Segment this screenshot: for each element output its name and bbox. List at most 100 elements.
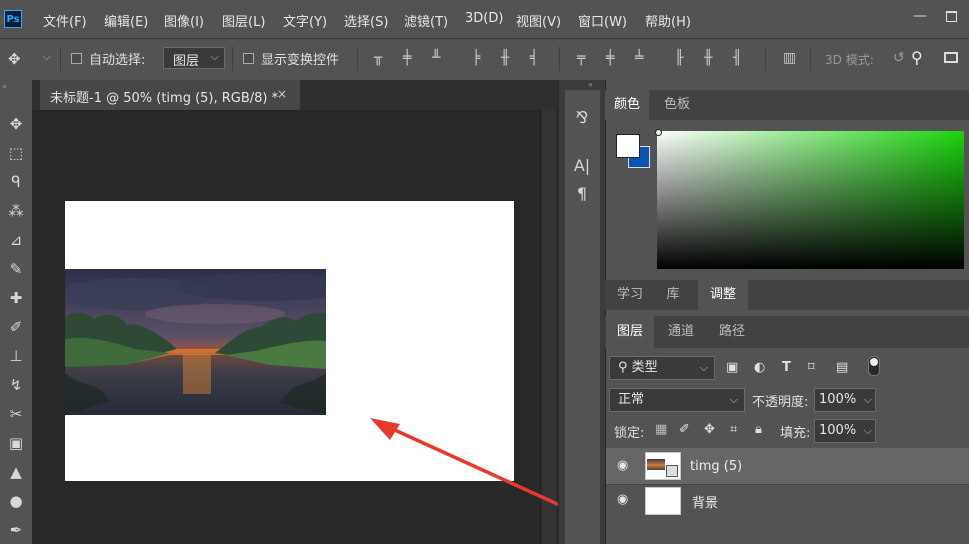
lock-all-icon[interactable]: 🔒︎ bbox=[755, 422, 762, 437]
menu-window[interactable]: 窗口(W) bbox=[578, 11, 627, 30]
menu-select[interactable]: 选择(S) bbox=[344, 11, 388, 30]
chevron-down-icon: ⌵ bbox=[210, 50, 219, 63]
layer-name[interactable]: timg (5) bbox=[690, 459, 742, 474]
landscape-photo-layer[interactable] bbox=[65, 269, 326, 415]
separator bbox=[60, 47, 61, 71]
filter-smart-object-icon[interactable]: ▤ bbox=[836, 360, 848, 375]
filter-adjustment-icon[interactable]: ◐ bbox=[754, 360, 765, 375]
align-right-icon[interactable]: ╡ bbox=[530, 50, 538, 66]
color-picker-field[interactable] bbox=[657, 131, 964, 269]
distribute-bottom-icon[interactable]: ╧ bbox=[635, 50, 643, 66]
filter-pixel-icon[interactable]: ▣ bbox=[726, 360, 738, 375]
collapse-toolbar-icon[interactable]: » bbox=[2, 82, 7, 91]
crop-tool-icon[interactable]: ⊿ bbox=[4, 229, 28, 251]
layer-filter-dropdown[interactable]: ⚲ 类型 bbox=[609, 356, 715, 380]
move-tool-icon[interactable]: ✥ bbox=[4, 113, 28, 135]
tab-adjustments[interactable]: 调整 bbox=[698, 280, 748, 310]
lock-artboard-icon[interactable]: ⌗ bbox=[730, 422, 737, 437]
foreground-color-swatch[interactable] bbox=[616, 134, 640, 158]
tab-layers[interactable]: 图层 bbox=[606, 316, 654, 348]
gradient-tool-icon[interactable]: ▣ bbox=[4, 432, 28, 454]
history-brush-tool-icon[interactable]: ↯ bbox=[4, 374, 28, 396]
align-left-icon[interactable]: ╞ bbox=[472, 50, 480, 66]
thumbnail-image bbox=[647, 459, 665, 470]
history-panel-icon[interactable]: ⅋ bbox=[570, 108, 594, 127]
healing-brush-tool-icon[interactable]: ✚ bbox=[4, 287, 28, 309]
tab-libraries[interactable]: 库 bbox=[655, 280, 691, 310]
marquee-tool-icon[interactable]: ⬚ bbox=[4, 142, 28, 164]
search-icon[interactable]: ⚲ bbox=[911, 48, 923, 67]
tab-channels[interactable]: 通道 bbox=[657, 316, 705, 348]
fill-label: 填充: bbox=[780, 426, 811, 441]
menu-edit[interactable]: 编辑(E) bbox=[104, 11, 148, 30]
blur-tool-icon[interactable]: ▲ bbox=[4, 461, 28, 483]
chevron-down-icon bbox=[700, 357, 708, 379]
distribute-hcenter-icon[interactable]: ╫ bbox=[704, 50, 712, 66]
menu-image[interactable]: 图像(I) bbox=[164, 11, 204, 30]
fill-value: 100% bbox=[819, 423, 857, 438]
document-tab-title[interactable]: 未标题-1 @ 50% (timg (5), RGB/8) * bbox=[50, 87, 278, 106]
align-hcenter-icon[interactable]: ╫ bbox=[501, 50, 509, 66]
blend-mode-value: 正常 bbox=[618, 392, 645, 407]
tab-color[interactable]: 颜色 bbox=[605, 90, 649, 120]
opacity-field[interactable]: 100% bbox=[814, 388, 876, 412]
tab-paths[interactable]: 路径 bbox=[708, 316, 756, 348]
collapse-dock-icon[interactable]: « bbox=[588, 80, 593, 89]
maximize-button[interactable] bbox=[938, 6, 964, 26]
separator bbox=[559, 47, 560, 71]
show-transform-checkbox[interactable] bbox=[243, 53, 254, 64]
blend-mode-dropdown[interactable]: 正常 bbox=[609, 388, 745, 412]
lasso-tool-icon[interactable]: ᑫ bbox=[4, 171, 28, 193]
paragraph-panel-icon[interactable]: ¶ bbox=[570, 184, 594, 203]
align-vcenter-icon[interactable]: ╪ bbox=[403, 50, 411, 66]
tab-learn[interactable]: 学习 bbox=[605, 280, 655, 310]
align-bottom-icon[interactable]: ╨ bbox=[432, 50, 440, 66]
tab-swatches[interactable]: 色板 bbox=[655, 90, 699, 120]
filter-shape-icon[interactable]: ⌑ bbox=[808, 360, 815, 375]
distribute-top-icon[interactable]: ╤ bbox=[577, 50, 585, 66]
color-picker-cursor[interactable] bbox=[655, 129, 662, 136]
distribute-right-icon[interactable]: ╢ bbox=[733, 50, 741, 66]
separator bbox=[357, 47, 358, 71]
menu-view[interactable]: 视图(V) bbox=[516, 11, 561, 30]
auto-select-dropdown[interactable]: 图层 ⌵ bbox=[163, 47, 225, 69]
dodge-tool-icon[interactable]: ● bbox=[4, 490, 28, 512]
move-tool-icon[interactable]: ✥ bbox=[8, 50, 21, 68]
close-tab-icon[interactable]: × bbox=[277, 87, 287, 101]
menu-3d[interactable]: 3D(D) bbox=[465, 11, 503, 26]
visibility-eye-icon[interactable]: ◉ bbox=[617, 492, 628, 507]
brush-tool-icon[interactable]: ✐ bbox=[4, 316, 28, 338]
eraser-tool-icon[interactable]: ✂ bbox=[4, 403, 28, 425]
menu-filter[interactable]: 滤镜(T) bbox=[404, 11, 448, 30]
lock-transparent-pixels-icon[interactable]: ▦ bbox=[655, 422, 667, 437]
distribute-left-icon[interactable]: ╟ bbox=[675, 50, 683, 66]
menu-file[interactable]: 文件(F) bbox=[43, 11, 87, 30]
lock-image-pixels-icon[interactable]: ✐ bbox=[679, 422, 690, 437]
separator bbox=[232, 47, 233, 71]
tool-preset-chevron-icon[interactable]: ⌵ bbox=[43, 52, 51, 63]
minimize-button[interactable]: — bbox=[907, 6, 933, 26]
filter-toggle-switch[interactable] bbox=[868, 356, 880, 376]
lock-position-icon[interactable]: ✥ bbox=[704, 422, 715, 437]
workspace-icon[interactable] bbox=[944, 52, 958, 63]
fill-field[interactable]: 100% bbox=[814, 419, 876, 443]
filter-type-icon[interactable]: T bbox=[782, 360, 791, 375]
visibility-eye-icon[interactable]: ◉ bbox=[617, 458, 628, 473]
smart-object-badge-icon bbox=[666, 465, 678, 477]
layer-name[interactable]: 背景 bbox=[692, 492, 718, 511]
auto-select-checkbox[interactable] bbox=[71, 53, 82, 64]
layer-thumbnail bbox=[645, 487, 681, 515]
3d-orbit-icon[interactable]: ↺ bbox=[893, 50, 905, 66]
chevron-down-icon bbox=[864, 389, 872, 411]
eyedropper-tool-icon[interactable]: ✎ bbox=[4, 258, 28, 280]
pen-tool-icon[interactable]: ✒ bbox=[4, 519, 28, 541]
menu-type[interactable]: 文字(Y) bbox=[283, 11, 327, 30]
menu-help[interactable]: 帮助(H) bbox=[645, 11, 691, 30]
auto-align-icon[interactable]: ▥ bbox=[783, 50, 796, 66]
clone-stamp-tool-icon[interactable]: ⊥ bbox=[4, 345, 28, 367]
character-panel-icon[interactable]: A| bbox=[570, 156, 594, 175]
magic-wand-tool-icon[interactable]: ⁂ bbox=[4, 200, 28, 222]
menu-layer[interactable]: 图层(L) bbox=[222, 11, 265, 30]
align-top-icon[interactable]: ╥ bbox=[374, 50, 382, 66]
distribute-vcenter-icon[interactable]: ╪ bbox=[606, 50, 614, 66]
